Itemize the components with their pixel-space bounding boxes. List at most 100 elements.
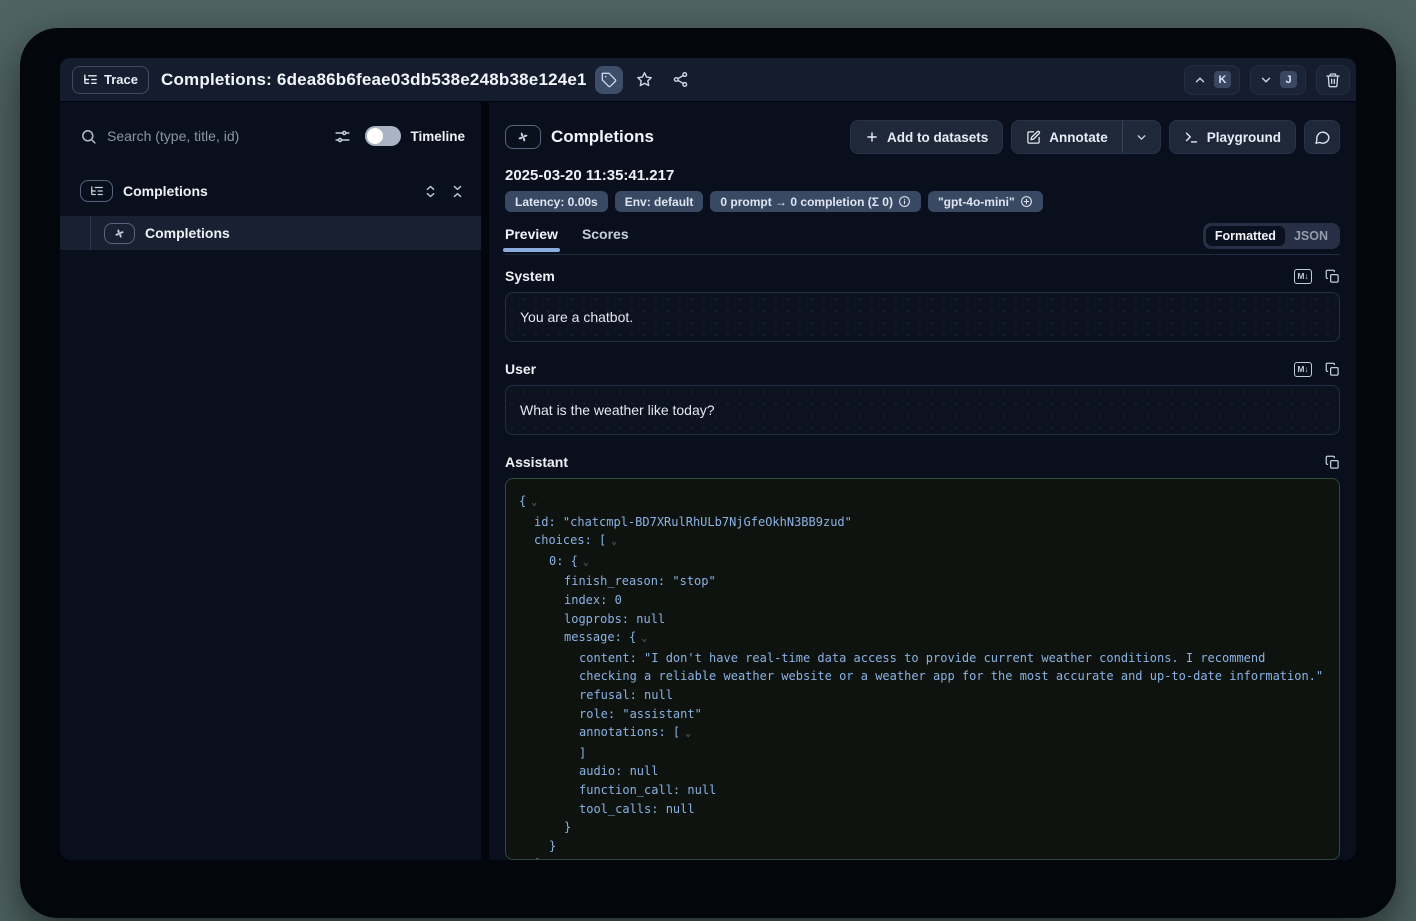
system-section-header: System M↓ [505, 268, 1340, 284]
toggle-knob [367, 128, 383, 144]
playground-button[interactable]: Playground [1169, 120, 1296, 154]
trace-badge-label: Trace [104, 72, 138, 87]
json-line[interactable]: index: 0 [506, 591, 1339, 610]
observation-timestamp: 2025-03-20 11:35:41.217 [505, 167, 1340, 184]
json-line[interactable]: logprobs: null [506, 610, 1339, 629]
tab-preview[interactable]: Preview [505, 226, 558, 252]
delete-trace-button[interactable] [1316, 65, 1350, 95]
app-window: Trace Completions: 6dea86b6feae03db538e2… [20, 28, 1396, 918]
observation-detail-panel: Completions Add to datasets [489, 102, 1356, 860]
search-icon [80, 128, 97, 145]
format-toggle: Formatted JSON [1203, 223, 1340, 249]
collapse-all-icon[interactable] [450, 184, 465, 199]
collapse-chevron-icon[interactable]: ⌄ [685, 728, 691, 739]
assistant-section-header: Assistant [505, 454, 1340, 470]
next-trace-button[interactable]: J [1250, 65, 1306, 95]
json-line[interactable]: 0: {⌄ [506, 552, 1339, 573]
add-to-datasets-button[interactable]: Add to datasets [850, 120, 1003, 154]
json-line[interactable]: id: "chatcmpl-BD7XRulRhULb7NjGfeOkhN3BB9… [506, 513, 1339, 532]
copy-icon[interactable] [1325, 455, 1340, 470]
star-button[interactable] [631, 66, 659, 94]
collapse-chevron-icon[interactable]: ⌄ [641, 633, 647, 644]
json-line[interactable]: annotations: [⌄ [506, 723, 1339, 744]
copy-icon[interactable] [1325, 269, 1340, 284]
generation-type-icon [505, 125, 541, 149]
tab-scores[interactable]: Scores [582, 226, 629, 252]
content-area: Timeline Completions [60, 102, 1356, 860]
star-icon [636, 71, 653, 88]
view-settings-icon[interactable] [334, 128, 351, 145]
annotate-dropdown-button[interactable] [1123, 121, 1160, 153]
generation-node-icon [104, 223, 135, 244]
tree-item-completions-selected[interactable]: Completions [60, 216, 481, 250]
observation-badges: Latency: 0.00s Env: default 0 prompt → 0… [505, 191, 1340, 212]
shortcut-key-k: K [1214, 71, 1231, 88]
environment-badge: Env: default [615, 191, 704, 212]
json-line[interactable]: ] [506, 744, 1339, 763]
app-frame: Trace Completions: 6dea86b6feae03db538e2… [60, 58, 1356, 860]
assistant-json-viewer[interactable]: {⌄id: "chatcmpl-BD7XRulRhULb7NjGfeOkhN3B… [505, 478, 1340, 860]
json-line[interactable]: } [506, 818, 1339, 837]
tree-guide-line [90, 216, 91, 250]
trace-type-badge: Trace [72, 66, 149, 94]
markdown-toggle-icon[interactable]: M↓ [1294, 269, 1312, 284]
tree-child-label: Completions [145, 225, 230, 241]
json-line[interactable]: audio: null [506, 762, 1339, 781]
json-line[interactable]: } [506, 837, 1339, 856]
trace-title: Completions: 6dea86b6feae03db538e248b38e… [161, 70, 587, 90]
json-line[interactable]: function_call: null [506, 781, 1339, 800]
expand-all-icon[interactable] [423, 184, 438, 199]
trace-tree-sidebar: Timeline Completions [60, 102, 481, 860]
trash-icon [1325, 72, 1341, 88]
observation-header: Completions Add to datasets [505, 119, 1340, 155]
json-line[interactable]: message: {⌄ [506, 628, 1339, 649]
assistant-label: Assistant [505, 454, 568, 470]
collapse-chevron-icon[interactable]: ⌄ [583, 557, 589, 568]
share-icon [672, 71, 689, 88]
markdown-toggle-icon[interactable]: M↓ [1294, 362, 1312, 377]
tag-icon [601, 72, 617, 88]
model-badge[interactable]: "gpt-4o-mini" [928, 191, 1043, 212]
trace-nav-controls: K J [1184, 65, 1350, 95]
format-json-option[interactable]: JSON [1285, 226, 1337, 246]
annotate-split-button: Annotate [1011, 120, 1161, 154]
chevron-up-icon [1193, 73, 1207, 87]
edit-pen-icon [1026, 130, 1041, 145]
json-line[interactable]: {⌄ [506, 492, 1339, 513]
timeline-toggle[interactable] [365, 126, 401, 146]
json-line[interactable]: role: "assistant" [506, 705, 1339, 724]
system-message-text: You are a chatbot. [520, 309, 633, 325]
chevron-down-icon [1259, 73, 1273, 87]
token-usage-badge[interactable]: 0 prompt → 0 completion (Σ 0) [710, 191, 921, 212]
info-icon [898, 195, 911, 208]
json-line[interactable]: content: "I don't have real-time data ac… [506, 649, 1339, 686]
json-line[interactable]: tool_calls: null [506, 800, 1339, 819]
plus-icon [865, 130, 879, 144]
json-line[interactable]: refusal: null [506, 686, 1339, 705]
tree-root-label: Completions [123, 183, 208, 199]
shortcut-key-j: J [1280, 71, 1297, 88]
json-line[interactable]: finish_reason: "stop" [506, 572, 1339, 591]
copy-icon[interactable] [1325, 362, 1340, 377]
json-line[interactable]: ] [506, 855, 1339, 860]
format-formatted-option[interactable]: Formatted [1206, 226, 1285, 246]
plus-circle-icon [1020, 195, 1033, 208]
share-button[interactable] [667, 66, 695, 94]
collapse-chevron-icon[interactable]: ⌄ [611, 536, 617, 547]
search-input[interactable] [107, 128, 328, 144]
comments-button[interactable] [1304, 120, 1340, 154]
terminal-icon [1184, 130, 1199, 145]
tree-search-row: Timeline [80, 120, 465, 152]
chevron-down-icon [1135, 131, 1148, 144]
system-message-box: You are a chatbot. [505, 292, 1340, 342]
json-line[interactable]: choices: [⌄ [506, 531, 1339, 552]
tree-root-item[interactable]: Completions [80, 176, 465, 206]
user-message-text: What is the weather like today? [520, 402, 715, 418]
tag-button[interactable] [595, 66, 623, 94]
user-label: User [505, 361, 536, 377]
previous-trace-button[interactable]: K [1184, 65, 1240, 95]
tree-expand-controls [423, 184, 465, 199]
collapse-chevron-icon[interactable]: ⌄ [531, 497, 537, 508]
trace-node-icon [80, 180, 113, 202]
annotate-button[interactable]: Annotate [1012, 121, 1122, 153]
